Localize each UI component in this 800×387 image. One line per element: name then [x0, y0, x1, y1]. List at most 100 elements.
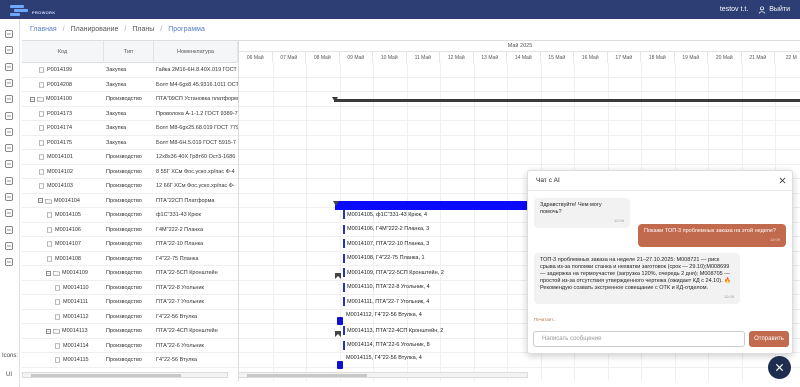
gantt-day-header: 17 Май — [608, 52, 641, 63]
file-icon — [55, 285, 60, 290]
close-icon[interactable] — [779, 177, 786, 184]
row-type: Производство — [106, 212, 142, 218]
collapse-icon[interactable]: − — [46, 270, 51, 276]
table-header: Код Тип Номенклатура — [22, 41, 238, 63]
gantt-bar-M0014104[interactable] — [335, 201, 535, 210]
logout-button[interactable]: Выйти — [758, 5, 790, 14]
breadcrumb-home[interactable]: Главная — [30, 26, 57, 33]
table-scrollbar[interactable] — [22, 372, 228, 378]
home-icon[interactable] — [4, 29, 14, 39]
gantt-task[interactable]: M0014110, ПТА"22-8 Угольник, 4 — [343, 282, 430, 292]
file-icon[interactable] — [4, 78, 14, 88]
collapse-icon[interactable]: − — [46, 328, 51, 334]
row-type: Производство — [106, 241, 142, 247]
gantt-task-bar — [343, 224, 345, 234]
grid-icon[interactable] — [4, 241, 14, 251]
row-nomenclature: ПТА"22-5СП Кронштейн — [156, 270, 218, 276]
row-nomenclature: ПТА"22-8 Угольник — [156, 284, 204, 291]
row-code: M0014109 — [62, 270, 88, 276]
gantt-task[interactable]: M0014115, Г4"22-56 Втулка, 4 — [346, 355, 422, 361]
clipboard-icon[interactable] — [4, 111, 14, 121]
tool-icon[interactable] — [4, 192, 14, 202]
gantt-scrollbar[interactable] — [238, 372, 528, 378]
gantt-task-label: M0014111, ПТА"22-7 Угольник, 4 — [347, 298, 430, 305]
globe-icon[interactable] — [4, 127, 14, 137]
gantt-task-label: M0014109, ПТА"22-5СП Кронштейн, 2 — [347, 269, 444, 276]
chart-icon[interactable] — [4, 208, 14, 218]
row-code: P0014173 — [47, 110, 73, 117]
gantt-task[interactable]: M0014112, Г4"22-56 Втулка, 4 — [346, 312, 422, 318]
row-type: Закупка — [106, 139, 127, 146]
collapse-icon[interactable]: − — [38, 198, 43, 203]
gantt-task[interactable]: M0014106, Г4М"222-2 Планка, 3 — [343, 224, 429, 234]
gantt-day-header: 16 Май — [574, 52, 608, 63]
gantt-task[interactable]: M0014109, ПТА"22-5СП Кронштейн, 2 — [343, 268, 444, 277]
file-icon — [39, 82, 44, 87]
logo-icon — [8, 4, 30, 16]
gantt-task[interactable]: M0014113, ПТА"22-4СП Кронштейн, 2 — [343, 326, 443, 335]
file-icon — [39, 169, 44, 174]
chat-toggle-button[interactable] — [768, 356, 791, 379]
gantt-task[interactable]: M0014114, ПТА"22-6 Угольник, 8 — [343, 340, 430, 350]
row-code: M0014102 — [47, 168, 73, 175]
gantt-day-header: 12 Май — [440, 52, 474, 63]
row-nomenclature: ПТА"22СП Платформа — [156, 197, 215, 204]
box-icon[interactable] — [4, 176, 14, 186]
row-nomenclature: ПТА"09СП Установка платформ — [156, 96, 238, 102]
col-nomenclature-header[interactable]: Номенклатура — [154, 41, 238, 63]
row-type: Производство — [106, 299, 142, 305]
file-icon — [47, 256, 52, 261]
gantt-task-bar — [343, 297, 345, 306]
gantt-task[interactable]: M0014111, ПТА"22-7 Угольник, 4 — [343, 297, 429, 306]
calendar-icon[interactable] — [4, 45, 14, 55]
send-button[interactable]: Отправить — [749, 331, 789, 347]
col-code-header[interactable]: Код — [22, 41, 104, 63]
collapse-icon[interactable]: − — [30, 96, 35, 102]
folder-icon — [53, 270, 60, 276]
layers-icon[interactable] — [4, 159, 14, 169]
gantt-day-header: 10 Май — [373, 52, 407, 63]
logo[interactable]: PROWORK — [8, 4, 55, 16]
row-type: Производство — [106, 328, 142, 334]
database-icon[interactable] — [4, 225, 14, 235]
row-code: P0014174 — [47, 125, 73, 131]
row-type: Производство — [106, 226, 142, 233]
gantt-task[interactable]: M0014105, ф1С"331-43 Крюк, 4 — [343, 210, 427, 219]
gantt-task-label: M0014110, ПТА"22-8 Угольник, 4 — [347, 284, 430, 290]
row-type: Закупка — [106, 125, 127, 131]
gantt-day-header: 18 Май — [641, 52, 675, 63]
gantt-task[interactable]: M0014108, Г4"22-75 Планка, 1 — [343, 253, 425, 263]
row-nomenclature: ф1С"331-43 Крюк — [156, 212, 201, 218]
mic-icon[interactable] — [4, 257, 14, 267]
breadcrumb-planning[interactable]: Планирование — [71, 26, 119, 33]
gantt-day-header: 14 Май — [507, 52, 541, 63]
logout-label: Выйти — [769, 6, 790, 13]
breadcrumb-plans[interactable]: Планы — [132, 26, 154, 33]
col-type-header[interactable]: Тип — [104, 41, 154, 63]
row-type: Производство — [106, 168, 142, 175]
gantt-month: Май 2025 — [239, 41, 800, 52]
file-icon — [47, 241, 52, 247]
row-type: Закупка — [106, 110, 127, 117]
list-icon[interactable] — [4, 62, 14, 72]
row-nomenclature: ПТА"22-10 Планка — [156, 241, 204, 247]
row-code: M0014105 — [55, 212, 81, 218]
gantt-task-label: M0014115, Г4"22-56 Втулка, 4 — [346, 355, 422, 361]
file-icon — [39, 125, 44, 131]
gridline — [272, 63, 274, 381]
user-name[interactable]: testov t.t. — [720, 6, 748, 13]
gantt-bar-M0014112[interactable] — [337, 317, 343, 325]
users-icon[interactable] — [4, 143, 14, 153]
chat-message-bot: Здравствуйте! Чем могу помочь? 12:09 — [534, 198, 630, 228]
folder-icon — [37, 96, 44, 102]
gantt-bar-M0014100[interactable] — [334, 99, 800, 102]
chat-message-input[interactable]: Написать сообщение — [533, 331, 745, 347]
factory-icon[interactable] — [4, 94, 14, 104]
gantt-task[interactable]: M0014107, ПТА"22-10 Планка, 3 — [343, 239, 429, 248]
gantt-day-header: 09 Май — [340, 52, 373, 63]
milestone-icon — [332, 97, 338, 103]
row-type: Производство — [106, 255, 142, 262]
gantt-task-label: M0014107, ПТА"22-10 Планка, 3 — [347, 240, 430, 247]
gantt-bar-M0014115[interactable] — [337, 361, 343, 369]
close-icon — [775, 363, 784, 372]
